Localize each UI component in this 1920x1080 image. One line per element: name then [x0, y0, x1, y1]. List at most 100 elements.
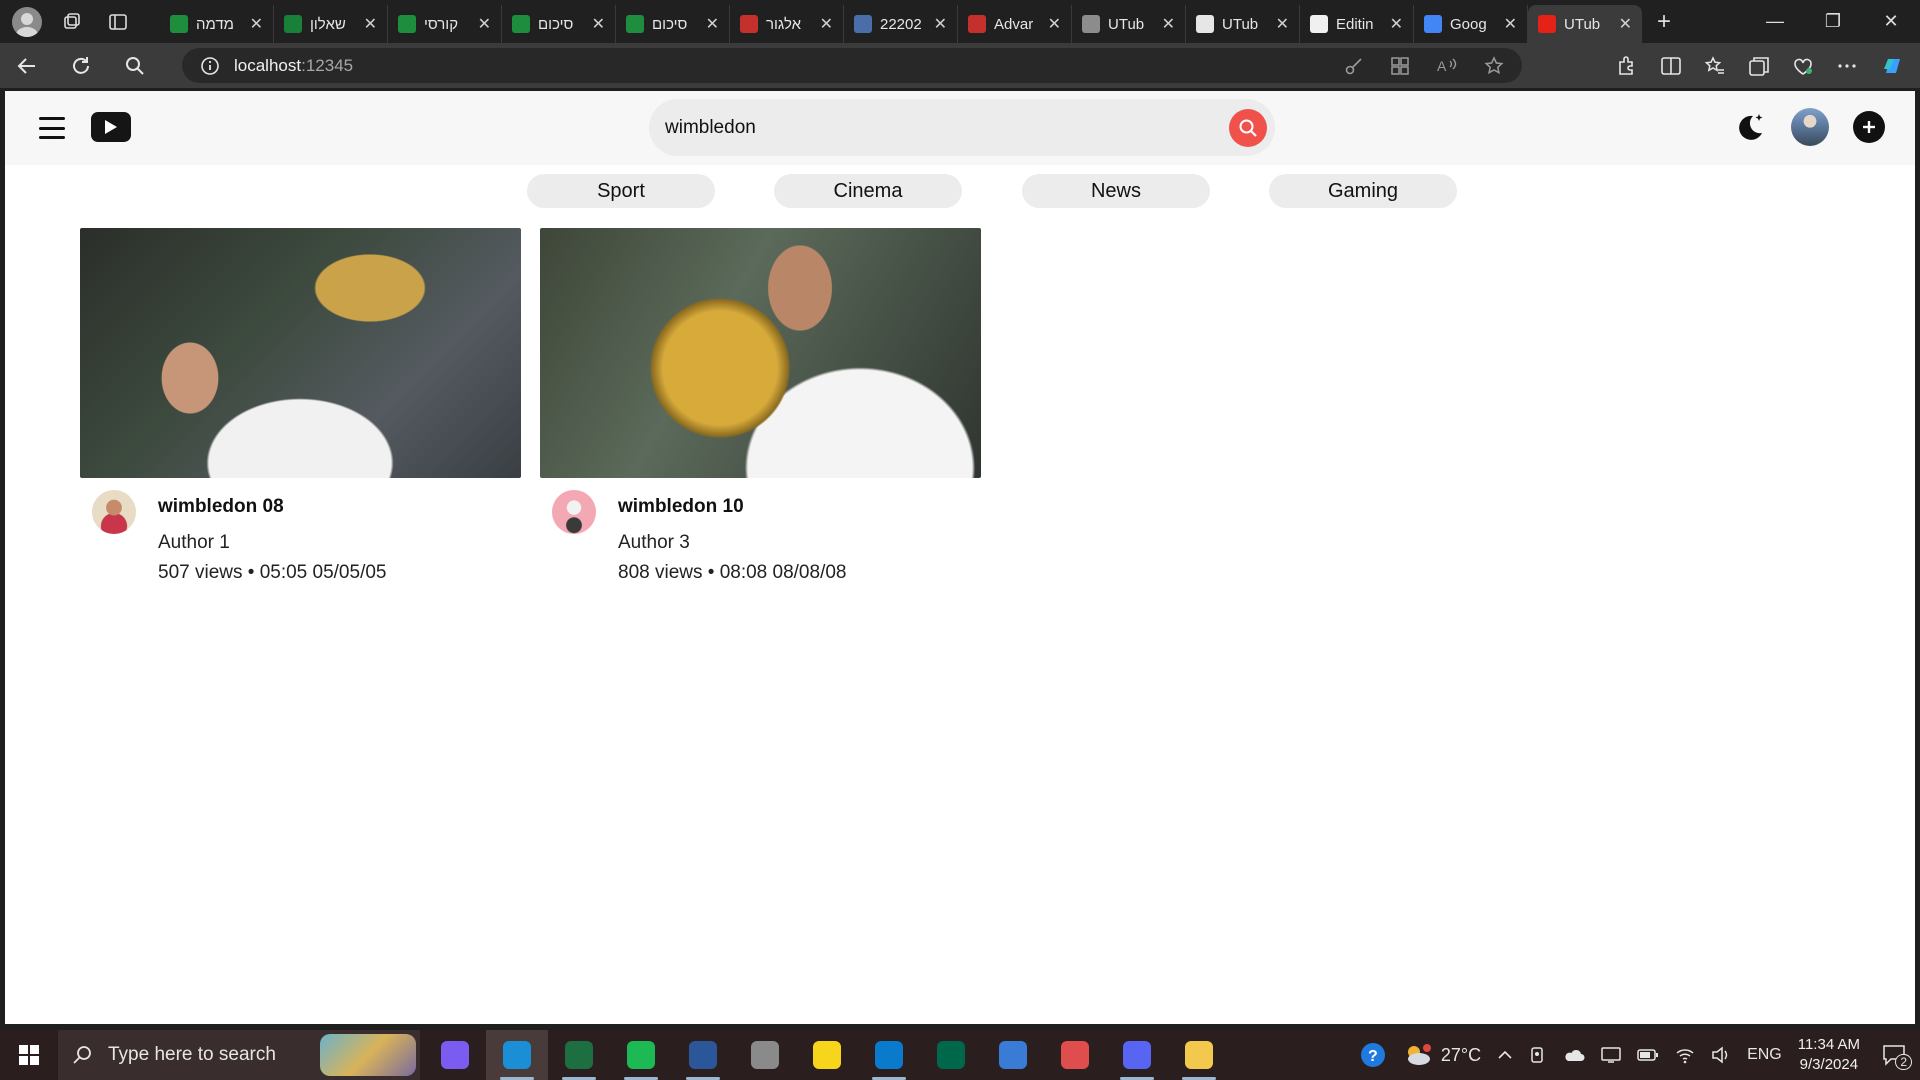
split-screen-icon[interactable]	[1660, 55, 1682, 77]
search-button[interactable]	[1229, 109, 1267, 147]
browser-search-button[interactable]	[108, 43, 162, 88]
search-input[interactable]	[665, 99, 1205, 156]
tab-close-icon[interactable]: ✕	[1390, 14, 1403, 34]
tab-close-icon[interactable]: ✕	[1619, 14, 1632, 34]
close-window-button[interactable]: ✕	[1862, 0, 1920, 43]
video-card[interactable]: wimbledon 08 Author 1 507 views • 05:05 …	[80, 228, 521, 588]
menu-icon[interactable]	[39, 117, 65, 139]
onedrive-icon[interactable]	[1563, 1047, 1585, 1063]
volume-icon[interactable]	[1711, 1046, 1731, 1064]
taskbar-app-paint[interactable]	[1044, 1030, 1106, 1080]
tab-favicon-icon	[398, 15, 416, 33]
user-avatar[interactable]	[1791, 108, 1829, 146]
browser-tab[interactable]: Advar ✕	[958, 5, 1072, 43]
browser-tab[interactable]: Editin ✕	[1300, 5, 1414, 43]
taskbar-app-mongodb-compass[interactable]	[920, 1030, 982, 1080]
key-icon[interactable]	[1344, 56, 1364, 76]
wifi-icon[interactable]	[1675, 1046, 1695, 1064]
video-meta: wimbledon 08 Author 1 507 views • 05:05 …	[80, 478, 521, 588]
address-bar[interactable]: localhost:12345 A	[182, 48, 1522, 83]
chip-news[interactable]: News	[1022, 174, 1210, 208]
restore-button[interactable]: ❐	[1804, 0, 1862, 43]
notifications-icon[interactable]: 2	[1882, 1044, 1912, 1070]
tab-close-icon[interactable]: ✕	[592, 14, 605, 34]
taskbar-app-app-store[interactable]	[982, 1030, 1044, 1080]
video-thumbnail[interactable]	[540, 228, 981, 478]
show-hidden-icons-chevron-icon[interactable]	[1497, 1047, 1513, 1063]
language-indicator[interactable]: ENG	[1747, 1046, 1782, 1064]
video-card[interactable]: wimbledon 10 Author 3 808 views • 08:08 …	[540, 228, 981, 588]
read-aloud-icon[interactable]: A	[1436, 56, 1458, 76]
video-title[interactable]: wimbledon 08	[158, 496, 284, 518]
channel-avatar[interactable]	[552, 490, 596, 534]
logo-play-icon[interactable]	[91, 112, 131, 142]
tab-close-icon[interactable]: ✕	[1048, 14, 1061, 34]
browser-tab[interactable]: סיכום ✕	[616, 5, 730, 43]
taskbar-app-discord-like[interactable]	[1106, 1030, 1168, 1080]
tab-close-icon[interactable]: ✕	[1162, 14, 1175, 34]
channel-avatar[interactable]	[92, 490, 136, 534]
snipping-tool-icon	[751, 1041, 779, 1069]
browser-tab[interactable]: UTub ✕	[1072, 5, 1186, 43]
video-title[interactable]: wimbledon 10	[618, 496, 744, 518]
tab-close-icon[interactable]: ✕	[250, 14, 263, 34]
tab-close-icon[interactable]: ✕	[1276, 14, 1289, 34]
chip-gaming[interactable]: Gaming	[1269, 174, 1457, 208]
back-button[interactable]	[0, 43, 54, 88]
favorites-icon[interactable]	[1704, 55, 1726, 77]
collections-icon[interactable]	[1748, 55, 1770, 77]
taskbar-app-sticky-notes[interactable]	[796, 1030, 858, 1080]
weather-widget[interactable]: 27°C	[1403, 1042, 1481, 1068]
video-author[interactable]: Author 1	[158, 532, 230, 554]
display-icon[interactable]	[1601, 1046, 1621, 1064]
taskbar-app-file-explorer[interactable]	[1168, 1030, 1230, 1080]
dark-mode-moon-icon[interactable]	[1733, 110, 1767, 144]
browser-tab[interactable]: קורסי ✕	[388, 5, 502, 43]
tab-close-icon[interactable]: ✕	[706, 14, 719, 34]
browser-tab[interactable]: אלגור ✕	[730, 5, 844, 43]
tab-close-icon[interactable]: ✕	[364, 14, 377, 34]
chip-cinema[interactable]: Cinema	[774, 174, 962, 208]
tab-close-icon[interactable]: ✕	[820, 14, 833, 34]
minimize-button[interactable]: —	[1746, 0, 1804, 43]
browser-tab[interactable]: סיכום ✕	[502, 5, 616, 43]
taskbar-app-vscode[interactable]	[858, 1030, 920, 1080]
taskbar-search[interactable]: Type here to search	[58, 1030, 420, 1080]
taskbar-app-word[interactable]	[672, 1030, 734, 1080]
taskbar-app-copilot[interactable]	[424, 1030, 486, 1080]
video-thumbnail[interactable]	[80, 228, 521, 478]
start-button[interactable]	[0, 1030, 58, 1080]
favorite-star-icon[interactable]	[1484, 55, 1504, 76]
browser-tab[interactable]: UTub ✕	[1528, 5, 1642, 43]
browser-tab[interactable]: מדמה ✕	[160, 5, 274, 43]
help-icon[interactable]: ?	[1359, 1041, 1387, 1069]
copilot-icon[interactable]	[1880, 53, 1906, 79]
battery-icon[interactable]	[1637, 1048, 1659, 1062]
taskbar-app-spotify[interactable]	[610, 1030, 672, 1080]
browser-essentials-icon[interactable]	[1792, 55, 1814, 77]
more-options-icon[interactable]	[1836, 55, 1858, 77]
extensions-icon[interactable]	[1616, 55, 1638, 77]
tab-close-icon[interactable]: ✕	[1504, 14, 1517, 34]
add-video-button[interactable]	[1853, 111, 1885, 143]
video-author[interactable]: Author 3	[618, 532, 690, 554]
browser-tab[interactable]: 22202 ✕	[844, 5, 958, 43]
browser-tab[interactable]: UTub ✕	[1186, 5, 1300, 43]
tab-close-icon[interactable]: ✕	[478, 14, 491, 34]
chip-sport[interactable]: Sport	[527, 174, 715, 208]
meet-now-icon[interactable]	[1529, 1046, 1547, 1064]
browser-tab[interactable]: שאלון ✕	[274, 5, 388, 43]
browser-tab[interactable]: Goog ✕	[1414, 5, 1528, 43]
reload-button[interactable]	[54, 43, 108, 88]
clock[interactable]: 11:34 AM 9/3/2024	[1798, 1035, 1860, 1075]
apps-grid-icon[interactable]	[1390, 56, 1410, 76]
taskbar-app-excel[interactable]	[548, 1030, 610, 1080]
profile-icon[interactable]	[12, 6, 42, 37]
tab-close-icon[interactable]: ✕	[934, 14, 947, 34]
taskbar-app-snipping-tool[interactable]	[734, 1030, 796, 1080]
vertical-tabs-icon[interactable]	[102, 6, 134, 38]
site-info-icon[interactable]	[200, 56, 220, 76]
taskbar-app-edge[interactable]	[486, 1030, 548, 1080]
workspaces-icon[interactable]	[56, 6, 88, 38]
new-tab-button[interactable]: +	[1642, 3, 1686, 41]
